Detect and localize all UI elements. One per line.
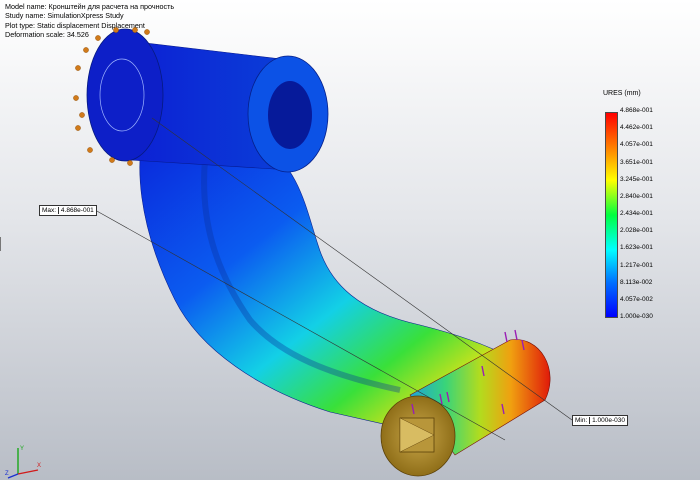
legend-label: 4.057e-002: [620, 295, 653, 303]
triad-x-label: X: [37, 463, 41, 469]
graphics-viewport[interactable]: Model name: Кронштейн для расчета на про…: [0, 0, 700, 480]
legend-label: 8.113e-002: [620, 278, 653, 286]
legend-label: 4.868e-001: [620, 107, 653, 114]
max-probe-caption: Max:: [42, 207, 57, 214]
fixed-end-face: [86, 28, 164, 162]
min-probe-label: Min: 1.000e-030: [572, 415, 628, 426]
edge-marker: [0, 237, 4, 251]
legend-label: 4.057e-001: [620, 141, 653, 149]
min-probe-caption: Min:: [575, 417, 588, 424]
legend-label: 2.434e-001: [620, 210, 653, 217]
max-probe-value: 4.868e-001: [57, 207, 94, 214]
legend-label: 2.840e-001: [620, 192, 653, 200]
legend-color-bar: [605, 112, 618, 318]
legend-label: 3.245e-001: [620, 175, 653, 183]
legend-label: 3.651e-001: [620, 158, 653, 166]
legend-label: 1.000e-030: [620, 313, 653, 320]
triad-z-axis: [7, 473, 19, 479]
triad-x-axis: [17, 469, 39, 475]
bracket-model-view[interactable]: [0, 0, 700, 480]
legend-label: 1.217e-001: [620, 261, 653, 269]
max-probe-label: Max: 4.868e-001: [39, 205, 97, 216]
triad-z-label: Z: [5, 471, 9, 477]
legend-label: 2.028e-001: [620, 227, 653, 235]
top-bore-hole: [268, 81, 312, 149]
reference-triad[interactable]: Y X Z: [4, 440, 44, 480]
legend-label: 4.462e-001: [620, 124, 653, 132]
triad-y-label: Y: [20, 446, 24, 452]
legend-label: 1.623e-001: [620, 244, 653, 252]
legend-title: URES (mm): [603, 90, 641, 97]
min-probe-value: 1.000e-030: [589, 417, 625, 424]
